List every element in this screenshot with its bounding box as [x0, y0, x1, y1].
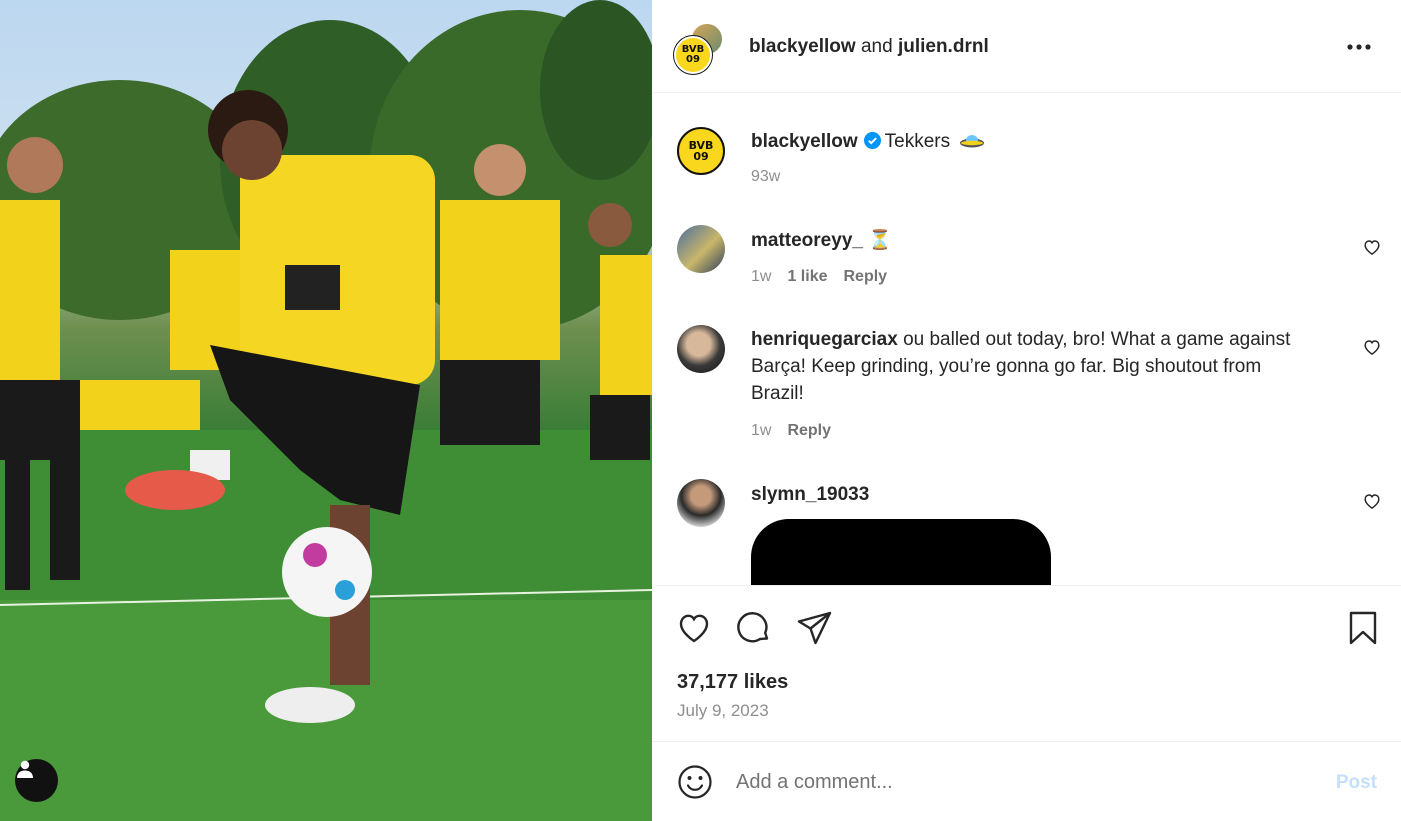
like-comment-heart-icon[interactable] [1362, 237, 1382, 257]
post-photo [0, 0, 652, 821]
comment-text: ⏳ [868, 230, 892, 251]
more-options-button[interactable] [1345, 34, 1373, 60]
comment-input[interactable] [736, 766, 1296, 798]
comment-avatar[interactable] [677, 325, 725, 373]
collab-avatars[interactable]: BVB 09 [674, 22, 728, 76]
comment-text-block: henriquegarciax ou balled out today, bro… [751, 326, 1311, 407]
caption-text-block: blackyellow Tekkers [751, 128, 1311, 155]
user-icon [17, 760, 33, 778]
post-details-panel: BVB 09 blackyellow and julien.drnl BVB 09 [652, 0, 1401, 821]
caption-meta: 93w [751, 168, 796, 186]
comment-likes[interactable]: 1 like [787, 268, 827, 285]
comment-time: 1w [751, 268, 772, 285]
comment-item: matteoreyy_ ⏳ 1w 1 like Reply [652, 224, 1401, 324]
caption-username[interactable]: blackyellow [751, 131, 858, 152]
comments-list[interactable]: BVB 09 blackyellow Tekkers 93w matteorey… [652, 94, 1401, 585]
comment-meta: 1w Reply [751, 422, 847, 440]
more-horizontal-icon [1347, 44, 1371, 50]
comment-avatar[interactable] [677, 225, 725, 273]
like-comment-heart-icon[interactable] [1362, 337, 1382, 357]
comment-icon[interactable] [734, 608, 774, 648]
flying-saucer-emoji-icon [960, 135, 985, 148]
collaborator-username[interactable]: julien.drnl [898, 36, 989, 57]
bookmark-icon[interactable] [1343, 608, 1383, 648]
verified-badge-icon [863, 132, 881, 149]
post-button[interactable]: Post [1336, 772, 1377, 794]
add-comment-bar: Post [652, 741, 1401, 821]
comment-item: henriquegarciax ou balled out today, bro… [652, 324, 1401, 484]
like-comment-heart-icon[interactable] [1362, 491, 1382, 511]
reply-button[interactable]: Reply [843, 268, 887, 285]
caption: BVB 09 blackyellow Tekkers 93w [652, 94, 1401, 214]
comment-username[interactable]: matteoreyy_ [751, 230, 863, 251]
heart-icon[interactable] [674, 608, 714, 648]
comment-item: slymn_19033 [652, 478, 1401, 585]
comment-gif[interactable] [751, 519, 1051, 585]
comment-username[interactable]: slymn_19033 [751, 484, 869, 505]
reply-button[interactable]: Reply [787, 422, 831, 439]
photo-illustration [0, 0, 652, 821]
post-header: BVB 09 blackyellow and julien.drnl [652, 0, 1401, 93]
post-actions: 37,177 likes July 9, 2023 [652, 585, 1401, 741]
owner-username[interactable]: blackyellow [749, 36, 856, 57]
comment-meta: 1w 1 like Reply [751, 268, 903, 286]
caption-avatar[interactable]: BVB 09 [677, 127, 725, 175]
instagram-post-modal: BVB 09 blackyellow and julien.drnl BVB 09 [0, 0, 1401, 821]
likes-count[interactable]: 37,177 likes [677, 671, 788, 694]
comment-time: 1w [751, 422, 772, 439]
header-joiner: and [860, 36, 893, 57]
comment-username[interactable]: henriquegarciax [751, 329, 898, 350]
caption-text: Tekkers [884, 131, 951, 152]
comment-text-block: slymn_19033 [751, 481, 1311, 508]
user-tag-button[interactable] [15, 759, 58, 802]
owner-avatar: BVB 09 [674, 36, 712, 74]
header-title: blackyellow and julien.drnl [749, 36, 989, 58]
post-date: July 9, 2023 [677, 701, 769, 720]
caption-time: 93w [751, 168, 781, 185]
share-icon[interactable] [795, 608, 835, 648]
emoji-icon[interactable] [677, 764, 713, 800]
comment-avatar[interactable] [677, 479, 725, 527]
comment-text-block: matteoreyy_ ⏳ [751, 227, 1311, 254]
